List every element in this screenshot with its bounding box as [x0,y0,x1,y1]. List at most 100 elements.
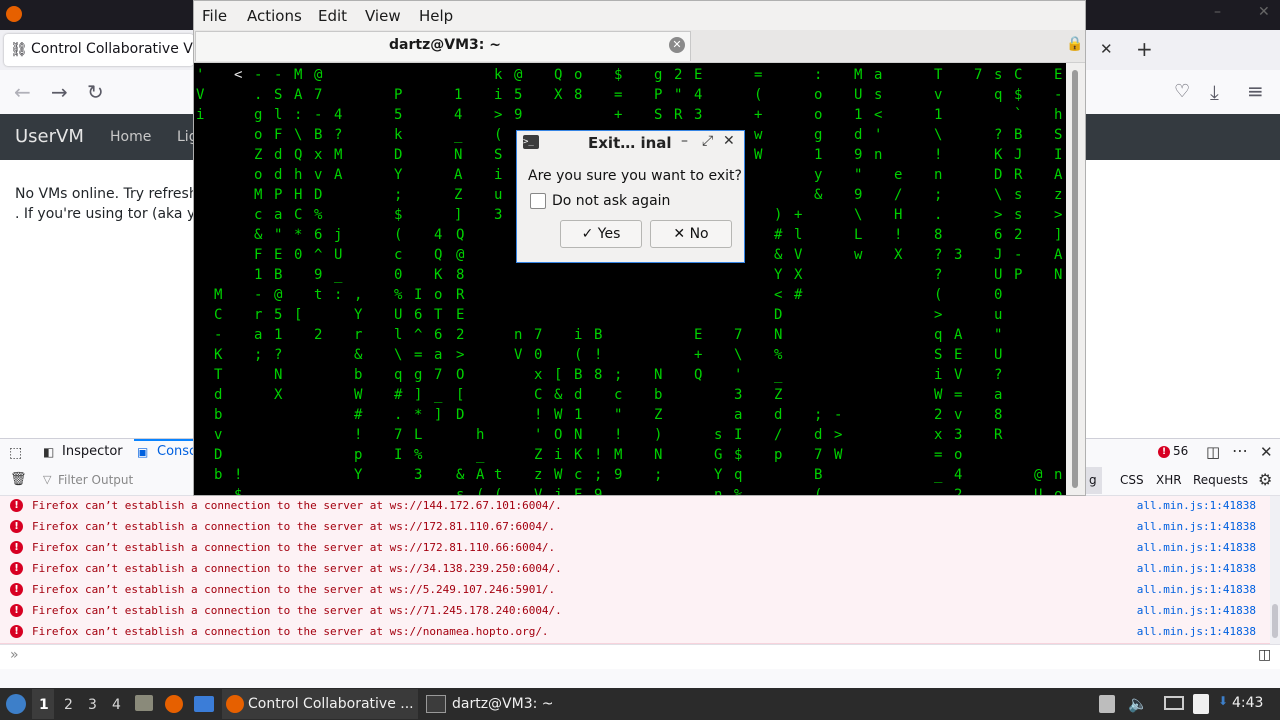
log-source-link[interactable]: all.min.js:1:41838 [1137,499,1256,512]
pocket-icon[interactable]: ♡ [1174,81,1190,102]
terminal-launcher-icon[interactable] [194,696,214,712]
menu-actions[interactable]: Actions [247,7,302,25]
split-console-icon[interactable]: ◫ [1258,647,1271,663]
log-source-link[interactable]: all.min.js:1:41838 [1137,625,1256,638]
back-icon[interactable]: ← [14,80,31,104]
matrix-column: - > W [834,407,843,463]
console-input[interactable]: » ◫ [0,644,1280,669]
forward-icon[interactable]: → [51,80,68,104]
matrix-column: I 6 ^ = g ] * L % 3 [414,287,423,483]
matrix-column: n o " [1054,467,1063,495]
filter-requests[interactable]: Requests [1193,473,1248,487]
do-not-ask-checkbox[interactable] [530,193,546,209]
error-icon: ! [10,520,23,533]
tray-clipboard-icon[interactable] [1099,695,1115,713]
matrix-column: o 8 [574,67,583,103]
matrix-column: M C - K T d b v D b [214,287,223,483]
terminal-scrollbar-thumb[interactable] [1072,70,1078,488]
workspace-3[interactable]: 3 [88,697,97,713]
matrix-column: s q ? K D \ > 6 J U 0 u " U ? a 8 R [994,67,1003,443]
workspace-1[interactable]: 1 [39,697,49,713]
no-button[interactable]: ✕ No [650,220,732,248]
workspace-2[interactable]: 2 [64,697,73,713]
task-firefox[interactable]: Control Collaborative ... [222,689,418,719]
error-icon: ! [10,499,23,512]
log-source-link[interactable]: all.min.js:1:41838 [1137,583,1256,596]
menu-file[interactable]: File [202,7,227,25]
matrix-column: 2 " R [674,67,683,123]
site-brand[interactable]: UserVM [15,126,84,147]
matrix-column: e / H ! X [894,167,903,263]
matrix-column: 7 0 x C ! ' Z z V a [534,327,543,495]
menu-help[interactable]: Help [419,7,453,25]
notes-icon[interactable] [1193,694,1209,714]
yes-button[interactable]: ✓ Yes [560,220,642,248]
task-terminal[interactable]: dartz@VM3: ~ [424,689,624,719]
tab-close-icon[interactable]: ✕ [1100,40,1113,58]
terminal-output[interactable]: ' V i < M C - K T d b v D b ! $ - . g o … [194,63,1066,495]
prompt-chevron-icon: » [10,647,19,663]
element-picker-icon[interactable]: ⬚ [9,445,22,461]
firefox-launcher-icon[interactable] [165,695,183,713]
matrix-column: 1 4 _ N A Z ] [454,87,463,223]
lock-icon: 🔒 [1066,36,1084,52]
task-firefox-label: Control Collaborative ... [248,696,414,712]
filter-xhr[interactable]: XHR [1156,473,1182,487]
tab-console[interactable]: Consc [157,444,196,459]
reload-icon[interactable]: ↻ [87,80,104,104]
filter-icon: ▽ [43,473,52,486]
close-window-icon[interactable]: ✕ [1258,4,1270,20]
matrix-column: + l V X # [794,207,803,303]
start-menu-icon[interactable] [6,694,26,714]
dialog-minimize-icon[interactable]: – [681,133,688,149]
dock-icon[interactable]: ◫ [1206,443,1220,461]
yes-label: Yes [597,226,621,242]
matrix-column: N b Z ) N ; 0 u [654,367,663,483]
log-source-link[interactable]: all.min.js:1:41838 [1137,604,1256,617]
trash-icon[interactable]: 🗑 [10,472,27,487]
matrix-column: h _ A ( z . [476,427,485,495]
matrix-column: - . g o Z o M c & F 1 - r a ; [254,67,263,363]
update-icon[interactable]: ⬇ [1218,694,1228,708]
terminal-tab-close-icon[interactable]: ✕ [669,37,685,53]
volume-icon[interactable]: 🔈 [1128,694,1148,713]
filter-css[interactable]: CSS [1120,473,1144,487]
display-icon[interactable] [1164,696,1184,710]
log-message: Firefox can’t establish a connection to … [32,499,562,512]
tab-inspector[interactable]: Inspector [62,444,123,459]
dialog-close-icon[interactable]: ✕ [723,133,735,149]
error-count[interactable]: 56 [1173,444,1188,458]
error-icon: ! [1158,446,1170,458]
menu-view[interactable]: View [365,7,401,25]
matrix-column: M A : \ Q h H C * 0 [ [294,67,303,323]
filter-partial[interactable]: g [1089,473,1097,487]
filter-input[interactable]: Filter Output [58,473,133,487]
dialog-title: Exit… inal [588,134,672,152]
log-source-link[interactable]: all.min.js:1:41838 [1137,520,1256,533]
settings-gear-icon[interactable]: ⚙ [1258,470,1272,489]
dialog-maximize-icon[interactable]: ⤢ [702,133,713,149]
x-icon: ✕ [673,226,686,242]
console-scrollbar-thumb[interactable] [1272,604,1278,638]
more-options-icon[interactable]: ⋯ [1232,441,1248,460]
log-source-link[interactable]: all.min.js:1:41838 [1137,562,1256,575]
matrix-column: g P S [654,67,663,123]
downloads-icon[interactable]: ⤓ [1210,80,1219,104]
close-devtools-icon[interactable]: ✕ [1260,443,1273,461]
matrix-column: i ( B d 1 N K c E 1 ' [574,327,583,495]
task-terminal-label: dartz@VM3: ~ [452,696,554,712]
tab-favicon-icon: ⛓ [10,42,28,58]
menu-edit[interactable]: Edit [318,7,347,25]
log-row: ! Firefox can’t establish a connection t… [0,517,1270,539]
minimize-icon[interactable]: – [1214,4,1221,20]
menu-icon[interactable]: ≡ [1247,79,1264,103]
new-tab-icon[interactable]: + [1136,37,1153,61]
nav-home-link[interactable]: Home [110,129,151,145]
log-source-link[interactable]: all.min.js:1:41838 [1137,541,1256,554]
matrix-column: $ = + [614,67,623,123]
error-icon: ! [10,583,23,596]
file-manager-icon[interactable] [135,695,153,711]
workspace-4[interactable]: 4 [112,697,121,713]
matrix-column: @ 5 9 [514,67,523,123]
do-not-ask-label[interactable]: Do not ask again [552,193,670,209]
